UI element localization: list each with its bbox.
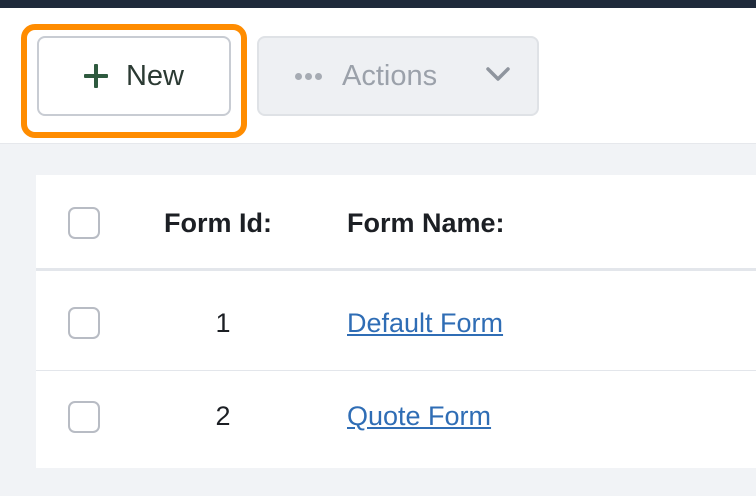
forms-table: Form Id: Form Name: 1 Default Form 2 Quo… xyxy=(36,175,756,468)
form-id-cell: 1 xyxy=(215,308,231,338)
row-checkbox[interactable] xyxy=(68,401,100,433)
more-dots-icon xyxy=(295,72,322,80)
row-checkbox[interactable] xyxy=(68,307,100,339)
new-button-label: New xyxy=(125,59,184,92)
actions-dropdown-button[interactable]: Actions xyxy=(257,36,539,116)
plus-icon xyxy=(83,64,108,88)
select-all-checkbox[interactable] xyxy=(68,207,100,239)
table-header-row: Form Id: Form Name: xyxy=(36,175,756,271)
column-header-form-name[interactable]: Form Name: xyxy=(347,208,505,239)
app-top-bar xyxy=(0,0,756,8)
table-row: 2 Quote Form xyxy=(36,371,756,468)
new-button[interactable]: New xyxy=(37,36,231,116)
actions-button-label: Actions xyxy=(342,59,438,92)
chevron-down-icon xyxy=(486,67,510,81)
column-header-form-id[interactable]: Form Id: xyxy=(164,208,272,239)
form-id-cell: 2 xyxy=(215,401,231,431)
form-name-link[interactable]: Quote Form xyxy=(347,401,491,432)
table-row: 1 Default Form xyxy=(36,274,756,371)
form-name-link[interactable]: Default Form xyxy=(347,308,503,339)
toolbar: New Actions xyxy=(0,8,756,144)
